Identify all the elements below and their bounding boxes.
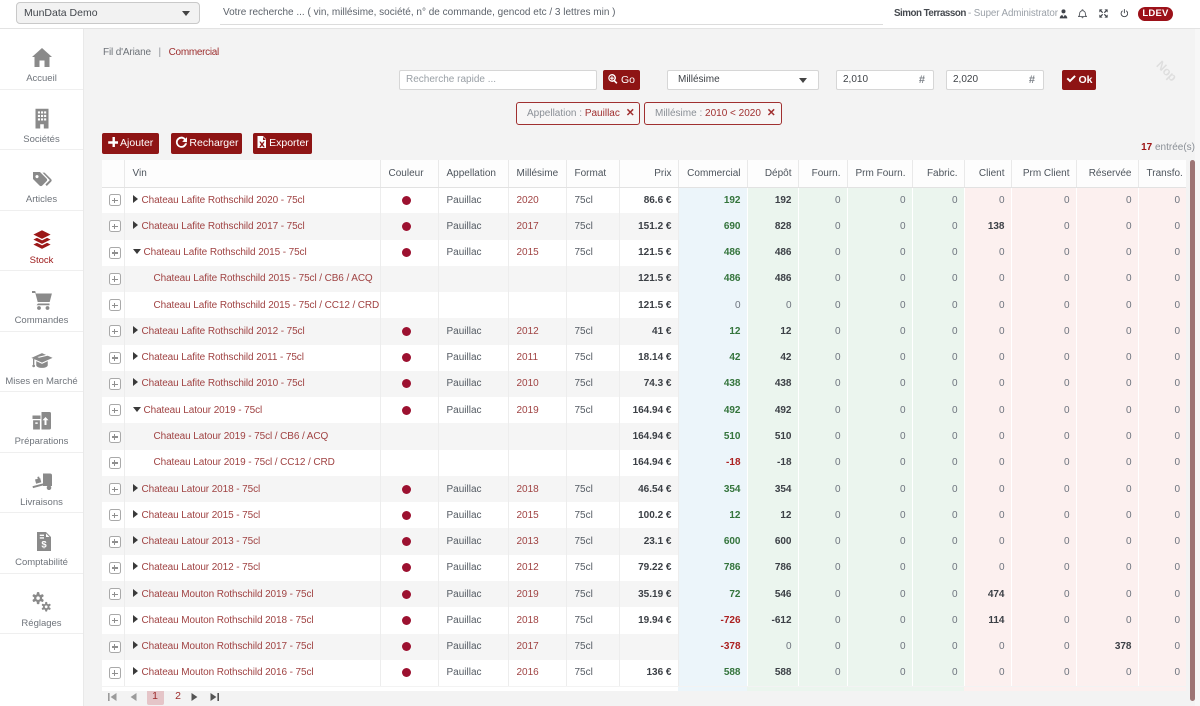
svg-text:$: $ bbox=[41, 540, 47, 551]
